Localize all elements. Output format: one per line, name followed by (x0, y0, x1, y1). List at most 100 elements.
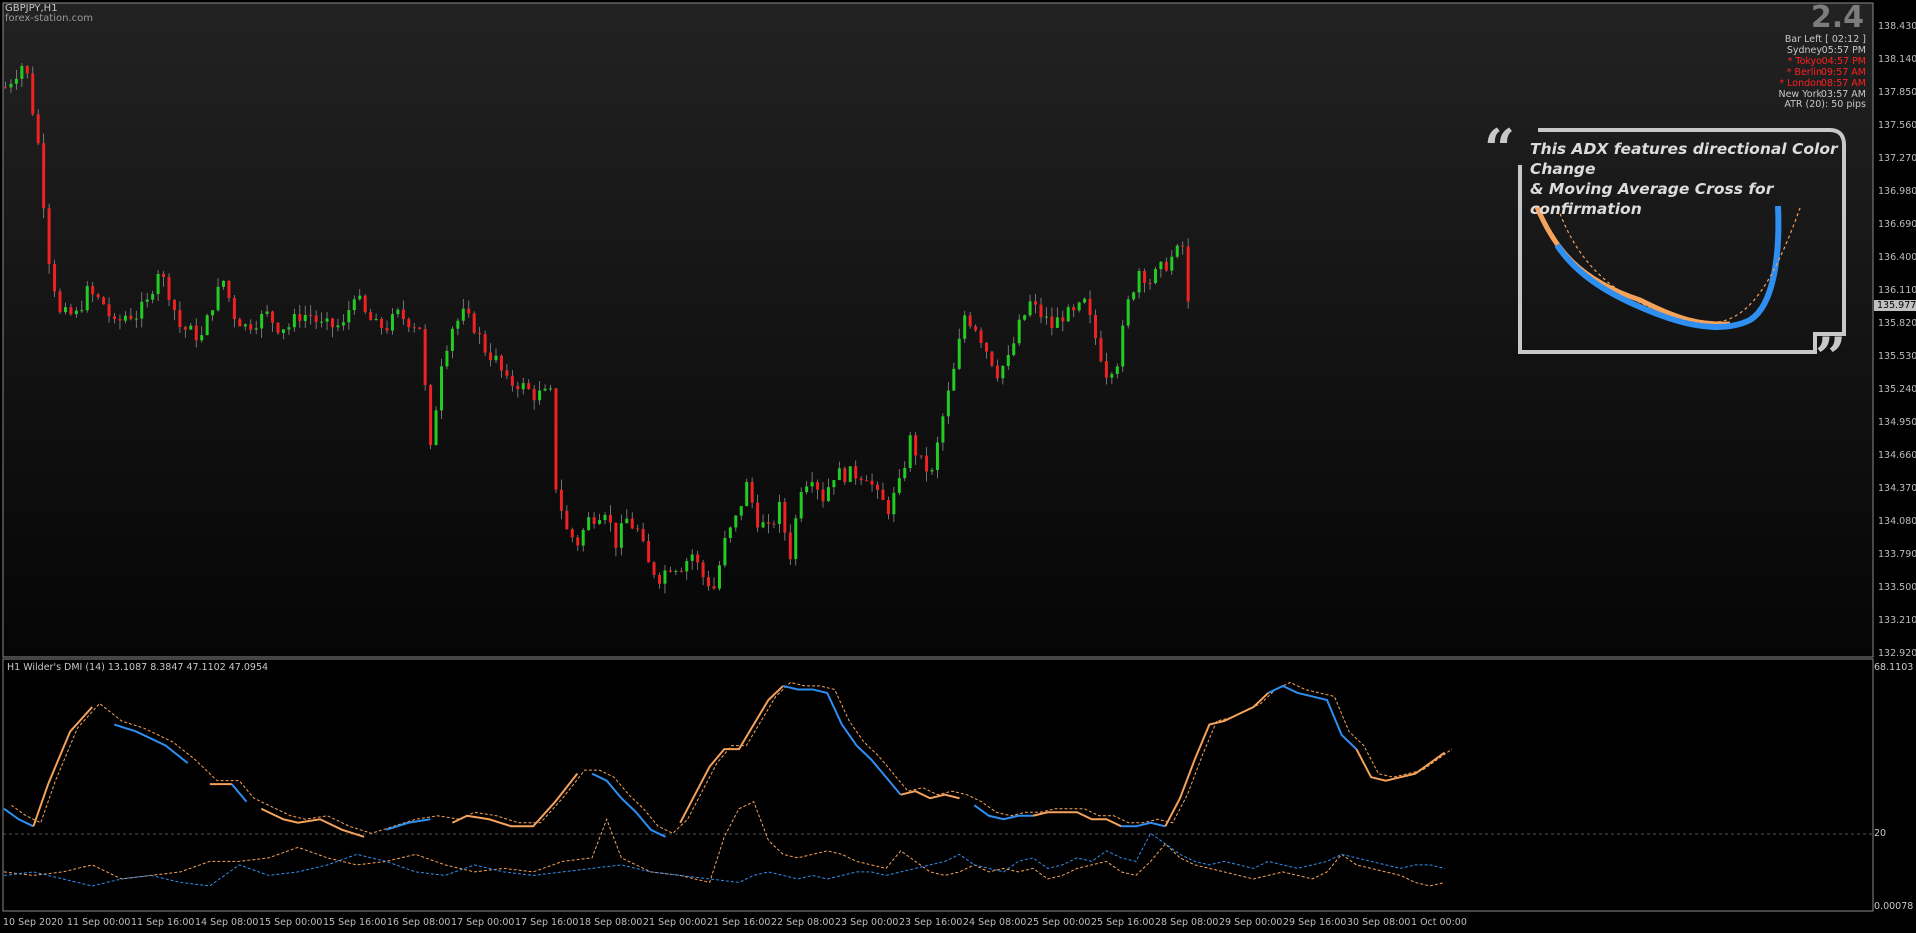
bear-candle (647, 541, 651, 563)
bear-candle (712, 586, 716, 589)
time-tick-label: 11 Sep 00:00 (67, 917, 131, 928)
bull-candle (205, 315, 209, 336)
bear-candle (314, 315, 318, 322)
bull-candle (619, 523, 623, 548)
bull-candle (1137, 271, 1141, 293)
bear-candle (772, 523, 776, 525)
bear-candle (570, 529, 574, 538)
bull-candle (745, 482, 749, 507)
bear-candle (1148, 282, 1152, 284)
bear-candle (429, 385, 433, 446)
bear-candle (178, 310, 182, 327)
bear-candle (53, 264, 57, 292)
bear-candle (25, 65, 29, 74)
time-tick-label: 25 Sep 16:00 (1091, 917, 1155, 928)
bull-candle (341, 322, 345, 326)
bear-candle (309, 314, 313, 316)
bull-candle (728, 527, 732, 539)
bull-candle (352, 299, 356, 311)
bear-candle (614, 522, 618, 548)
bear-candle (919, 455, 923, 457)
bear-candle (407, 319, 411, 328)
time-tick-label: 10 Sep 2020 (3, 917, 64, 928)
bear-candle (679, 570, 683, 572)
bull-candle (625, 518, 629, 524)
bull-candle (581, 529, 585, 546)
indicator-level-label: 20 (1874, 828, 1887, 839)
site-label: forex-station.com (5, 13, 93, 24)
time-tick-label: 16 Sep 08:00 (387, 917, 451, 928)
bear-candle (630, 518, 634, 529)
bull-candle (74, 310, 78, 315)
bear-candle (4, 87, 7, 89)
bull-candle (320, 321, 324, 323)
bear-candle (968, 315, 972, 327)
bear-candle (707, 577, 711, 587)
bull-candle (1017, 319, 1021, 344)
bear-candle (1088, 298, 1092, 316)
price-tick-label: 132.920 (1878, 648, 1916, 659)
bull-candle (390, 314, 394, 331)
bull-candle (434, 410, 438, 446)
bull-candle (1023, 315, 1027, 320)
bear-candle (36, 114, 40, 144)
bull-candle (63, 307, 67, 313)
bull-candle (952, 368, 956, 391)
bear-candle (69, 307, 73, 315)
bull-candle (739, 506, 743, 516)
bear-candle (107, 304, 111, 317)
bear-candle (505, 370, 509, 376)
callout-text: This ADX features directional Color Chan… (1530, 139, 1850, 219)
bull-candle (690, 554, 694, 561)
bear-candle (183, 326, 187, 330)
price-tick-label: 135.820 (1878, 318, 1916, 329)
bull-candle (374, 318, 378, 321)
bull-candle (1028, 301, 1032, 316)
time-tick-label: 30 Sep 08:00 (1347, 917, 1411, 928)
time-tick-label: 15 Sep 00:00 (259, 917, 323, 928)
bear-candle (767, 522, 770, 524)
time-tick-label: 25 Sep 00:00 (1027, 917, 1091, 928)
bull-candle (810, 482, 814, 487)
bear-candle (276, 322, 280, 333)
price-tick-label: 138.430 (1878, 21, 1916, 32)
time-tick-label: 15 Sep 16:00 (323, 917, 387, 928)
atr-label: ATR (20): 50 pips (1784, 99, 1866, 110)
bear-candle (990, 351, 994, 366)
bull-candle (85, 286, 89, 311)
time-tick-label: 17 Sep 16:00 (515, 917, 579, 928)
bull-candle (832, 480, 836, 488)
bear-candle (641, 529, 645, 542)
bull-candle (761, 522, 765, 528)
bull-candle (80, 310, 84, 312)
bear-candle (608, 514, 612, 523)
bear-candle (249, 324, 253, 330)
bull-candle (189, 325, 193, 330)
bull-candle (1083, 298, 1087, 303)
session-time: 05:57 PM (1821, 45, 1866, 56)
session-time: [ 02:12 ] (1825, 34, 1866, 45)
time-tick-label: 17 Sep 00:00 (451, 917, 515, 928)
bull-candle (151, 294, 155, 300)
bear-candle (668, 570, 672, 572)
bull-candle (805, 486, 809, 493)
bear-candle (854, 466, 858, 479)
bull-candle (734, 515, 738, 528)
bear-candle (696, 554, 700, 563)
bull-candle (826, 487, 830, 502)
bear-candle (843, 468, 847, 482)
bear-candle (565, 510, 569, 530)
indicator-max-label: 68.1103 (1874, 662, 1914, 673)
bear-candle (31, 73, 35, 115)
price-tick-label: 133.500 (1878, 582, 1916, 593)
bull-candle (287, 327, 291, 330)
bear-candle (1061, 317, 1065, 322)
bull-candle (848, 466, 852, 482)
bear-candle (1104, 361, 1108, 378)
time-tick-label: 29 Sep 00:00 (1219, 917, 1283, 928)
bull-candle (908, 435, 912, 468)
bear-candle (750, 482, 754, 503)
bull-candle (156, 273, 160, 295)
bear-candle (472, 313, 476, 333)
current-price-tag: 135.977 (1874, 300, 1916, 312)
